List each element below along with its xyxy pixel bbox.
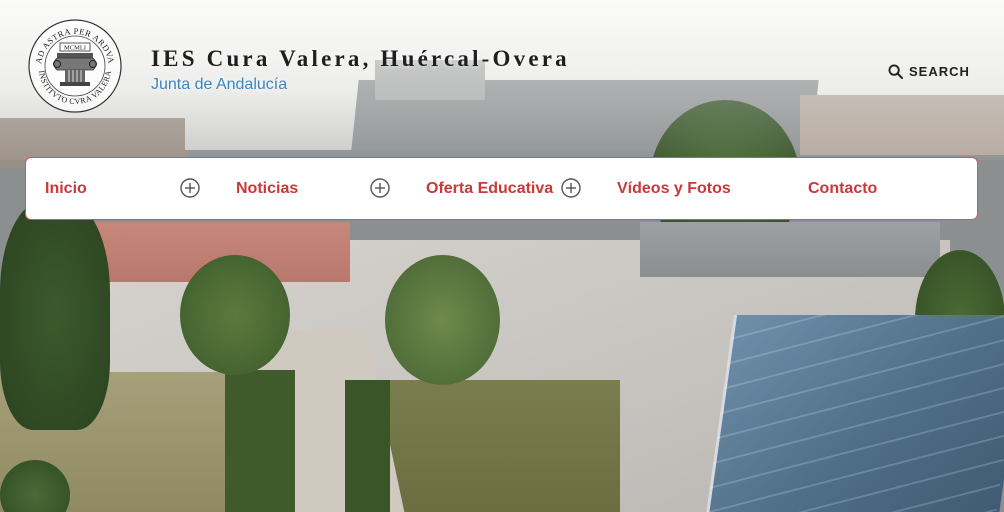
- nav-item-oferta-educativa[interactable]: Oferta Educativa: [426, 158, 553, 219]
- palm-tree: [385, 255, 500, 385]
- site-subtitle: Junta de Andalucía: [151, 76, 288, 93]
- nav-item-inicio[interactable]: Inicio: [45, 158, 87, 219]
- palm-tree: [180, 255, 290, 375]
- site-logo[interactable]: AD ASTRA PER ARDVA INSTITVTO CVRA VALERA…: [27, 18, 123, 114]
- main-navigation: Inicio Noticias Oferta Educativa Vídeos …: [25, 157, 978, 220]
- search-button[interactable]: SEARCH: [888, 64, 970, 79]
- expand-submenu-plus-icon[interactable]: [370, 178, 390, 198]
- svg-text:MCMLI: MCMLI: [64, 45, 86, 52]
- hedge: [225, 370, 295, 512]
- search-label: SEARCH: [909, 64, 970, 79]
- nav-item-noticias[interactable]: Noticias: [236, 158, 298, 219]
- solar-panel-lines: [705, 315, 1004, 512]
- nav-item-videos-y-fotos[interactable]: Vídeos y Fotos: [617, 158, 731, 219]
- logo-seal-icon: AD ASTRA PER ARDVA INSTITVTO CVRA VALERA…: [28, 19, 122, 113]
- building-wall: [640, 222, 940, 277]
- search-icon: [888, 64, 903, 79]
- site-title[interactable]: IES Cura Valera, Huércal-Overa: [151, 46, 570, 72]
- hedge: [345, 380, 390, 512]
- expand-submenu-plus-icon[interactable]: [561, 178, 581, 198]
- expand-submenu-plus-icon[interactable]: [180, 178, 200, 198]
- tree: [0, 200, 110, 430]
- nav-item-contacto[interactable]: Contacto: [808, 158, 877, 219]
